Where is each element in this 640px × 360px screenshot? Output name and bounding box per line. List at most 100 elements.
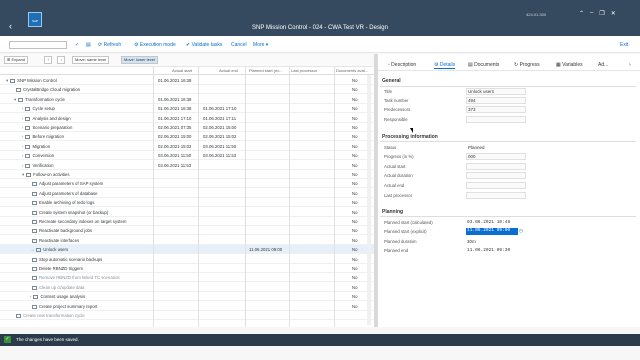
tree-scrollbar[interactable] <box>367 75 371 325</box>
tree-row-text: Transformation cycle <box>25 96 65 102</box>
col-divider <box>289 67 290 327</box>
tree-row[interactable]: Stop automatic scenario backups No <box>0 255 374 264</box>
task-icon <box>32 285 37 290</box>
tree-row[interactable]: › Verification 03.06.2021 11:53 No <box>0 161 374 170</box>
col-actual-start[interactable]: Actual start <box>172 68 192 73</box>
title-value: Unlock users <box>468 89 495 94</box>
cancel-button[interactable]: Cancel <box>231 42 247 48</box>
divider <box>380 86 636 87</box>
tree-row-label: › Analysis and design <box>22 114 71 123</box>
tree-cell: No <box>352 266 358 271</box>
tabs-overflow-icon[interactable]: › <box>629 62 631 68</box>
maximize-icon[interactable]: ❐ <box>599 10 604 17</box>
planned-start-explicit-input[interactable]: 11.06.2021 09:00 <box>466 228 518 235</box>
tree-row[interactable]: Remove RBNZD from linked TC scenarios No <box>0 273 374 283</box>
responsible-field <box>466 116 526 123</box>
more-button[interactable]: More ▾ <box>253 42 268 48</box>
tree-row-text: Verification <box>32 162 54 168</box>
tree-header: Actual start Actual end Planned start (e… <box>0 67 374 75</box>
tree-row[interactable]: Create system snapshot (or backup) No <box>0 208 374 217</box>
tree-row[interactable]: › Migration 02.06.2021 15:02 03.06.2021 11:… <box>0 142 374 151</box>
check-icon[interactable]: ✓ <box>75 42 79 48</box>
expand-arrow-icon[interactable]: › <box>22 125 23 130</box>
tree-row[interactable]: Adjust parameters of SAP system No <box>0 179 374 189</box>
expand-arrow-icon[interactable]: › <box>22 116 23 121</box>
tree-row[interactable]: › Before migration 02.06.2021 15:00 02.06.2… <box>0 132 374 142</box>
tab-details[interactable]: ⚙ Details <box>434 62 456 69</box>
tree-row[interactable]: › Content usage analysis No <box>0 292 374 302</box>
move-same-level-button[interactable]: Move: same level <box>72 56 110 64</box>
expand-button[interactable]: ⊞ Expand <box>4 56 29 64</box>
tree-cell: 01.06.2021 16:38 <box>158 78 192 83</box>
tree-row-label: Remove RBNZD from linked TC scenarios <box>30 273 120 282</box>
tree-row[interactable]: › Cycle setup 01.06.2021 16:38 01.06.2021 1… <box>0 104 374 114</box>
tree-row-label: › Before migration <box>22 132 64 141</box>
tree-row-label: CrystalBridge Cloud migration <box>14 85 80 94</box>
tree-cell: No <box>352 284 358 290</box>
tree-row[interactable]: Recreate secondary indexes on target sys… <box>0 217 374 226</box>
expand-arrow-icon[interactable]: › <box>22 134 23 139</box>
command-field[interactable] <box>9 41 67 49</box>
predecessors-value: 373 <box>468 107 476 112</box>
tree-row-text: Adjust parameters of SAP system <box>39 181 104 187</box>
tree-row[interactable]: › Conversion 03.06.2021 11:50 03.06.2021 11… <box>0 151 374 161</box>
tree-row[interactable]: Enable archiving of redo logs No <box>0 198 374 208</box>
refresh-button[interactable]: ⟳ Refresh <box>98 42 121 48</box>
exit-button[interactable]: Exit <box>620 42 628 48</box>
col-last-processor[interactable]: Last processor <box>291 68 317 73</box>
tree-row-label: Create project summary report <box>30 302 97 311</box>
validate-tasks-button[interactable]: ✔ Validate tasks <box>186 42 222 48</box>
tree-row-label: › Content usage analysis <box>30 292 85 301</box>
expand-arrow-icon[interactable]: › <box>30 294 31 299</box>
tree-row[interactable]: Reactivate interfaces No <box>0 236 374 245</box>
expand-arrow-icon[interactable]: → <box>30 247 34 252</box>
tree-row[interactable]: Create project summary report No <box>0 302 374 311</box>
move-down-icon[interactable]: ↓ <box>57 56 65 64</box>
tree-row[interactable]: Delete RBNZD triggers No <box>0 264 374 273</box>
tree-row[interactable]: ▾ Follow-on activities No <box>0 170 374 179</box>
expand-arrow-icon[interactable]: › <box>22 106 23 111</box>
tree-cell: 02.06.2021 07:35 <box>158 125 192 130</box>
tree-row[interactable]: ▾ Transformation cycle 01.06.2021 16:38 No <box>0 95 374 104</box>
expand-arrow-icon[interactable]: › <box>22 144 23 149</box>
divider <box>380 216 636 217</box>
task-icon <box>25 107 31 112</box>
tree-row[interactable]: ▾ SNP Mission Control 01.06.2021 16:38 No <box>0 76 374 85</box>
tree-row[interactable]: Adjust parameters of database No <box>0 189 374 198</box>
expand-arrow-icon[interactable]: ▾ <box>6 78 8 83</box>
back-icon[interactable]: ‹ <box>9 21 12 31</box>
tree-row[interactable]: CrystalBridge Cloud migration No <box>0 85 374 95</box>
task-icon <box>32 191 37 196</box>
expand-arrow-icon[interactable]: › <box>22 163 23 168</box>
move-up-icon[interactable]: ↑ <box>44 56 52 64</box>
task-icon <box>32 257 37 262</box>
save-icon[interactable]: ▤ <box>86 42 91 48</box>
move-lower-level-button[interactable]: Move: lower level <box>121 56 158 64</box>
tree-row[interactable]: › Analysis and design 01.06.2021 17:10 01.0… <box>0 114 374 123</box>
tree-row[interactable]: → Unlock users 11.06.2021 09:00 No <box>0 245 374 255</box>
col-planned-start[interactable]: Planned start (ex... <box>249 68 283 73</box>
tree-row[interactable]: Clean up cl/update data No <box>0 283 374 292</box>
expand-arrow-icon[interactable]: ▾ <box>14 97 16 102</box>
tree-row[interactable]: Reactivate background jobs No <box>0 226 374 236</box>
tab-variables[interactable]: ▦ Variables <box>556 62 583 68</box>
expand-arrow-icon[interactable]: › <box>22 153 23 158</box>
tree-cell: 02.06.2021 15:02 <box>203 134 237 140</box>
tree-cell: 01.06.2021 16:38 <box>158 106 192 112</box>
tab-documents[interactable]: ▤ Documents <box>468 62 499 68</box>
calendar-icon[interactable]: ◷ <box>519 228 523 234</box>
tab-description[interactable]: ▫ Description <box>388 62 416 68</box>
collapse-icon[interactable]: ⌃ <box>579 10 584 17</box>
tree-row[interactable]: Create new transformation cycle <box>0 311 374 320</box>
planned-start-calc-value: 03.06.2021 10:48 <box>467 220 511 225</box>
tree-row-text: Recreate secondary indexes on target sys… <box>39 219 127 224</box>
expand-arrow-icon[interactable]: ▾ <box>22 172 24 177</box>
col-documents[interactable]: Documents avai... <box>336 68 368 73</box>
col-actual-end[interactable]: Actual end <box>219 68 238 73</box>
minimize-icon[interactable]: – <box>590 10 593 17</box>
tree-row[interactable]: › Scenario preparation 02.06.2021 07:35 02.… <box>0 123 374 132</box>
tab-progress[interactable]: ↻ Progress <box>514 62 540 68</box>
close-icon[interactable]: ✕ <box>611 10 616 17</box>
execution-mode-button[interactable]: ⚙ Execution mode <box>134 42 176 48</box>
tab-more[interactable]: Ad... <box>598 62 608 68</box>
